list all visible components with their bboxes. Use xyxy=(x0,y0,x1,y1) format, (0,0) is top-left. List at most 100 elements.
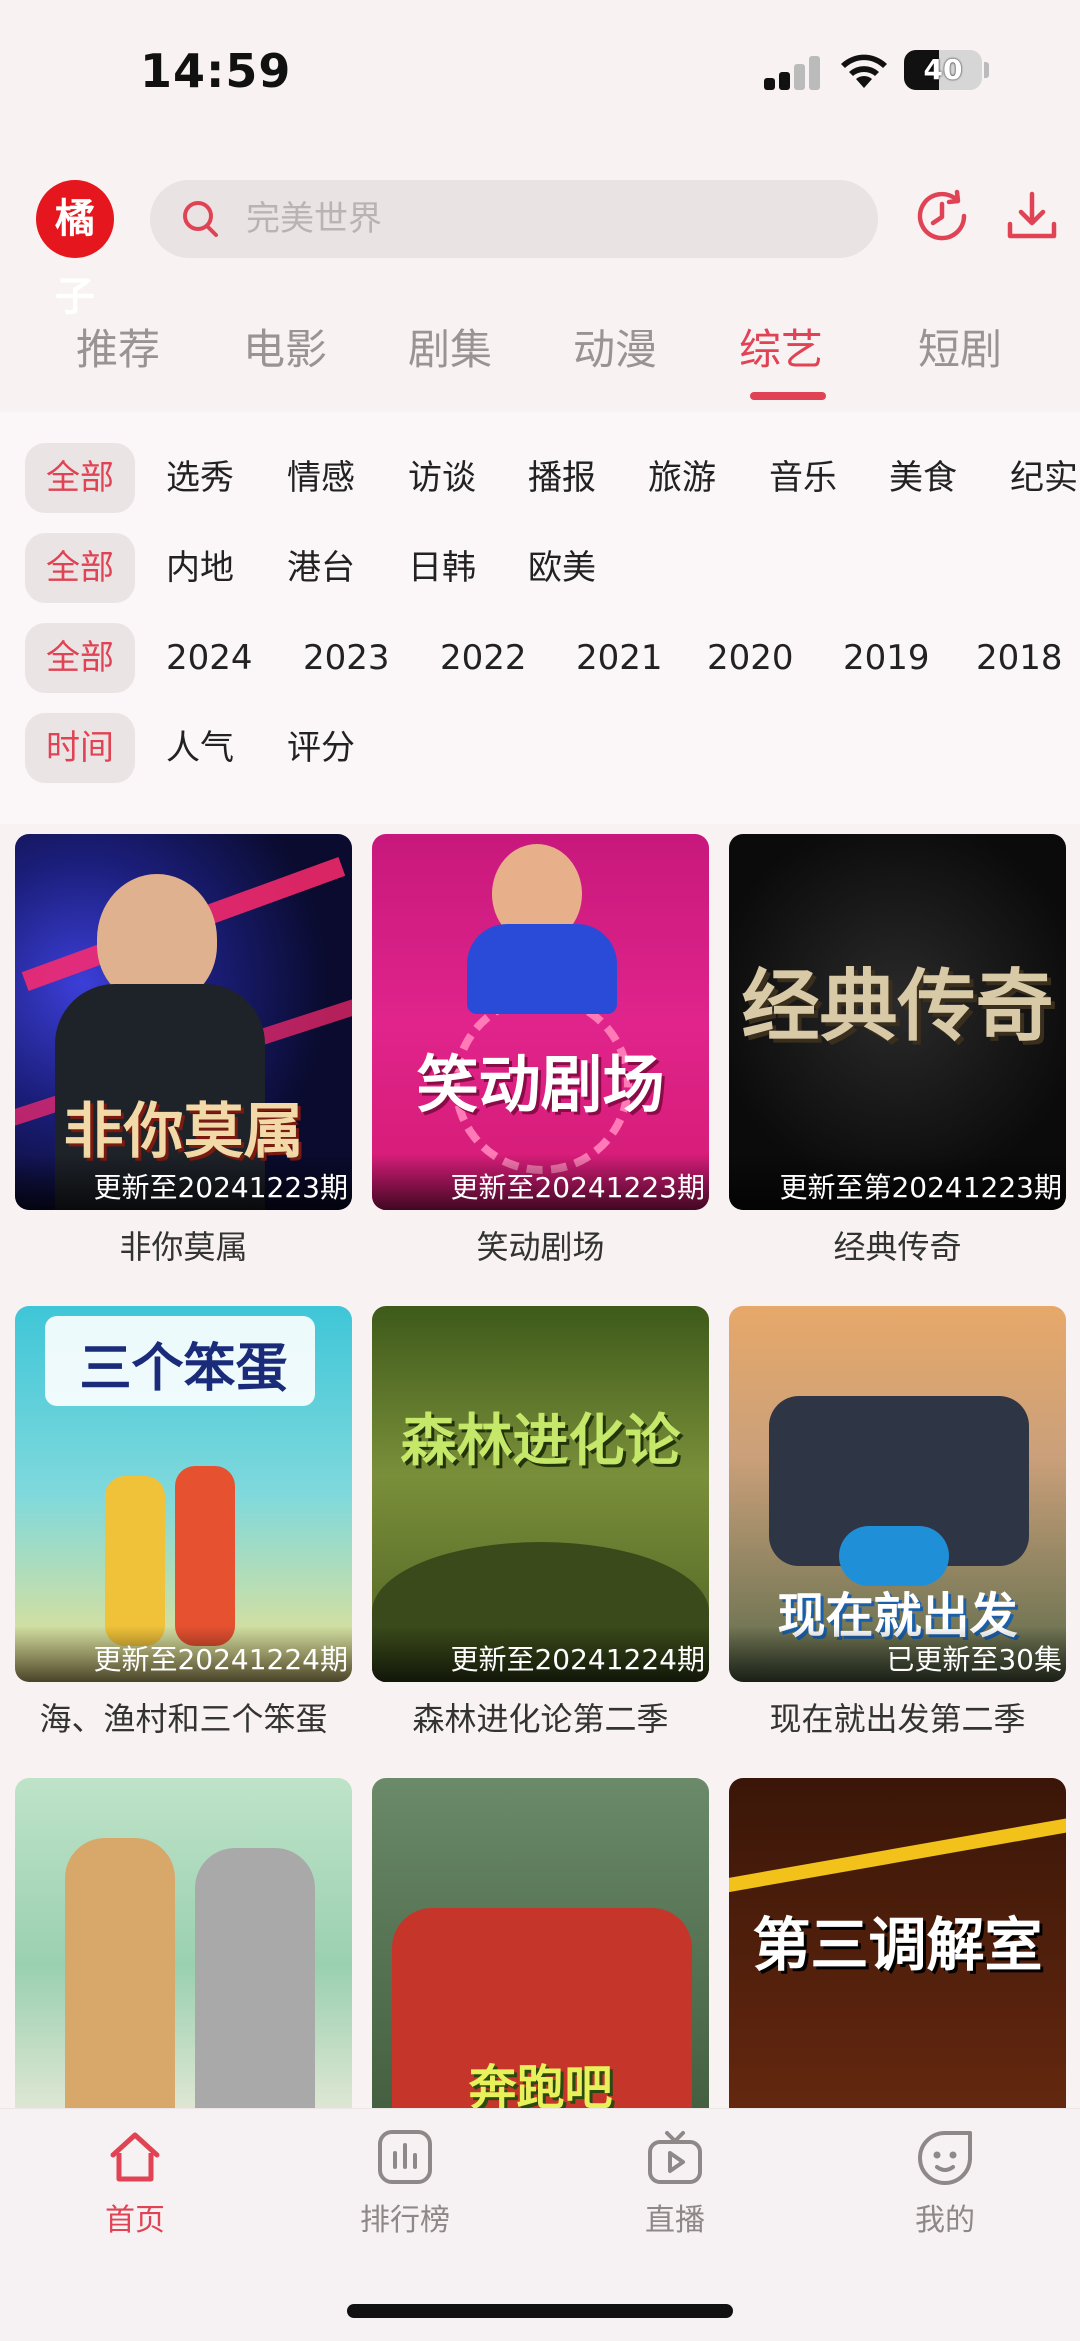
tab-series[interactable]: 剧集 xyxy=(408,316,492,377)
filter-chip[interactable]: 2023 xyxy=(303,623,390,693)
download-icon[interactable] xyxy=(1004,188,1060,244)
filter-chip[interactable]: 旅游 xyxy=(648,443,716,513)
tab-variety[interactable]: 综艺 xyxy=(739,316,823,377)
nav-ranking[interactable]: 排行榜 xyxy=(335,2129,475,2239)
wifi-icon xyxy=(841,54,887,88)
filter-chip[interactable]: 访谈 xyxy=(408,443,476,513)
filter-chip[interactable]: 日韩 xyxy=(408,533,476,603)
show-poster: 三个笨蛋 更新至20241224期 xyxy=(15,1306,352,1682)
show-poster xyxy=(15,1778,352,2108)
show-poster: 经典传奇 更新至第20241223期 xyxy=(729,834,1066,1210)
filter-chip[interactable]: 内地 xyxy=(166,533,234,603)
filter-chip[interactable]: 音乐 xyxy=(769,443,837,513)
show-title: 非你莫属 xyxy=(119,1228,248,1266)
active-tab-indicator xyxy=(750,392,826,400)
filter-chip[interactable]: 情感 xyxy=(287,443,355,513)
filter-chip[interactable]: 选秀 xyxy=(166,443,234,513)
show-poster: 奔跑吧 xyxy=(372,1778,709,2108)
poster-title: 森林进化论 xyxy=(400,1409,681,1474)
poster-title: 奔跑吧 xyxy=(468,2060,613,2108)
nav-live[interactable]: 直播 xyxy=(605,2129,745,2239)
poster-title: 第三调解室 xyxy=(752,1911,1043,1979)
battery-level: 40 xyxy=(923,53,963,86)
filter-type-all[interactable]: 全部 xyxy=(25,443,135,513)
filter-row-region: 全部 内地 港台 日韩 欧美 xyxy=(0,533,1080,603)
filter-chip[interactable]: 播报 xyxy=(528,443,596,513)
filter-chip[interactable]: 纪实 xyxy=(1010,443,1078,513)
show-card[interactable]: 经典传奇 更新至第20241223期 经典传奇 xyxy=(729,834,1066,1268)
filter-chip[interactable]: 美食 xyxy=(889,443,957,513)
filter-row-type: 全部 选秀 情感 访谈 播报 旅游 音乐 美食 纪实 xyxy=(0,443,1080,513)
app-logo[interactable]: 橘子 xyxy=(36,180,114,320)
search-icon xyxy=(183,201,218,237)
show-title: 森林进化论第二季 xyxy=(412,1700,669,1738)
filter-panel: 全部 选秀 情感 访谈 播报 旅游 音乐 美食 纪实 全部 内地 港台 日韩 欧… xyxy=(0,412,1080,824)
sort-rating[interactable]: 评分 xyxy=(287,713,355,783)
history-icon[interactable] xyxy=(914,188,970,244)
show-card[interactable]: 奔跑吧 xyxy=(372,1778,709,2108)
chart-icon xyxy=(378,2130,432,2184)
filter-chip[interactable]: 2018 xyxy=(976,623,1063,693)
show-poster: 笑动剧场 更新至20241223期 xyxy=(372,834,709,1210)
show-grid: 非你莫属 更新至20241223期 非你莫属 笑动剧场 更新至20241223期… xyxy=(0,834,1080,2108)
home-icon xyxy=(110,2132,160,2182)
tab-movie[interactable]: 电影 xyxy=(243,316,327,377)
filter-chip[interactable]: 港台 xyxy=(287,533,355,603)
filter-chip[interactable]: 2020 xyxy=(707,623,794,693)
update-status: 更新至20241223期 xyxy=(450,1171,705,1204)
show-title: 海、渔村和三个笨蛋 xyxy=(39,1700,328,1738)
update-status: 更新至20241224期 xyxy=(93,1643,348,1676)
show-title: 现在就出发第二季 xyxy=(769,1700,1026,1738)
sort-time[interactable]: 时间 xyxy=(25,713,135,783)
nav-home[interactable]: 首页 xyxy=(65,2129,205,2239)
nav-label: 排行榜 xyxy=(360,2203,450,2238)
tab-recommend[interactable]: 推荐 xyxy=(76,316,160,377)
nav-label: 首页 xyxy=(105,2203,165,2238)
filter-chip[interactable]: 2019 xyxy=(843,623,930,693)
search-bar[interactable]: 完美世界 xyxy=(150,180,878,258)
clock: 14:59 xyxy=(140,44,292,98)
filter-year-all[interactable]: 全部 xyxy=(25,623,135,693)
category-tabs: 推荐 电影 剧集 动漫 综艺 短剧 xyxy=(0,316,1080,406)
filter-row-year: 全部 2024 2023 2022 2021 2020 2019 2018 xyxy=(0,623,1080,693)
status-bar: 14:59 40 xyxy=(0,0,1080,150)
profile-face-icon xyxy=(918,2131,972,2185)
poster-title: 经典传奇 xyxy=(741,962,1054,1052)
show-card[interactable]: 现在就出发 已更新至30集 现在就出发第二季 xyxy=(729,1306,1066,1740)
sort-popularity[interactable]: 人气 xyxy=(166,713,234,783)
show-poster: 非你莫属 更新至20241223期 xyxy=(15,834,352,1210)
show-card[interactable]: 非你莫属 更新至20241223期 非你莫属 xyxy=(15,834,352,1268)
filter-region-all[interactable]: 全部 xyxy=(25,533,135,603)
battery-icon: 40 xyxy=(904,50,982,90)
filter-row-sort: 时间 人气 评分 xyxy=(0,713,1080,783)
tab-anime[interactable]: 动漫 xyxy=(573,316,657,377)
tv-icon xyxy=(648,2131,702,2184)
poster-title: 三个笨蛋 xyxy=(79,1339,288,1399)
poster-title: 笑动剧场 xyxy=(416,1048,665,1121)
search-placeholder: 完美世界 xyxy=(246,199,382,239)
cellular-signal-icon xyxy=(764,56,822,90)
home-indicator xyxy=(347,2304,733,2318)
filter-chip[interactable]: 2024 xyxy=(166,623,253,693)
show-poster: 现在就出发 已更新至30集 xyxy=(729,1306,1066,1682)
show-card[interactable]: 森林进化论 更新至20241224期 森林进化论第二季 xyxy=(372,1306,709,1740)
update-status: 已更新至30集 xyxy=(886,1643,1062,1676)
show-card[interactable]: 三个笨蛋 更新至20241224期 海、渔村和三个笨蛋 xyxy=(15,1306,352,1740)
show-card[interactable]: 第三调解室 xyxy=(729,1778,1066,2108)
update-status: 更新至20241223期 xyxy=(93,1171,348,1204)
update-status: 更新至20241224期 xyxy=(450,1643,705,1676)
filter-chip[interactable]: 2022 xyxy=(440,623,527,693)
show-poster: 第三调解室 xyxy=(729,1778,1066,2108)
tab-short-drama[interactable]: 短剧 xyxy=(918,316,1002,377)
nav-label: 我的 xyxy=(915,2203,975,2238)
nav-label: 直播 xyxy=(645,2203,705,2238)
filter-chip[interactable]: 2021 xyxy=(576,623,663,693)
show-card[interactable]: 笑动剧场 更新至20241223期 笑动剧场 xyxy=(372,834,709,1268)
update-status: 更新至第20241223期 xyxy=(779,1171,1062,1204)
filter-chip[interactable]: 欧美 xyxy=(528,533,596,603)
show-title: 笑动剧场 xyxy=(476,1228,605,1266)
show-title: 经典传奇 xyxy=(833,1228,962,1266)
nav-profile[interactable]: 我的 xyxy=(875,2129,1015,2239)
show-card[interactable] xyxy=(15,1778,352,2108)
show-poster: 森林进化论 更新至20241224期 xyxy=(372,1306,709,1682)
